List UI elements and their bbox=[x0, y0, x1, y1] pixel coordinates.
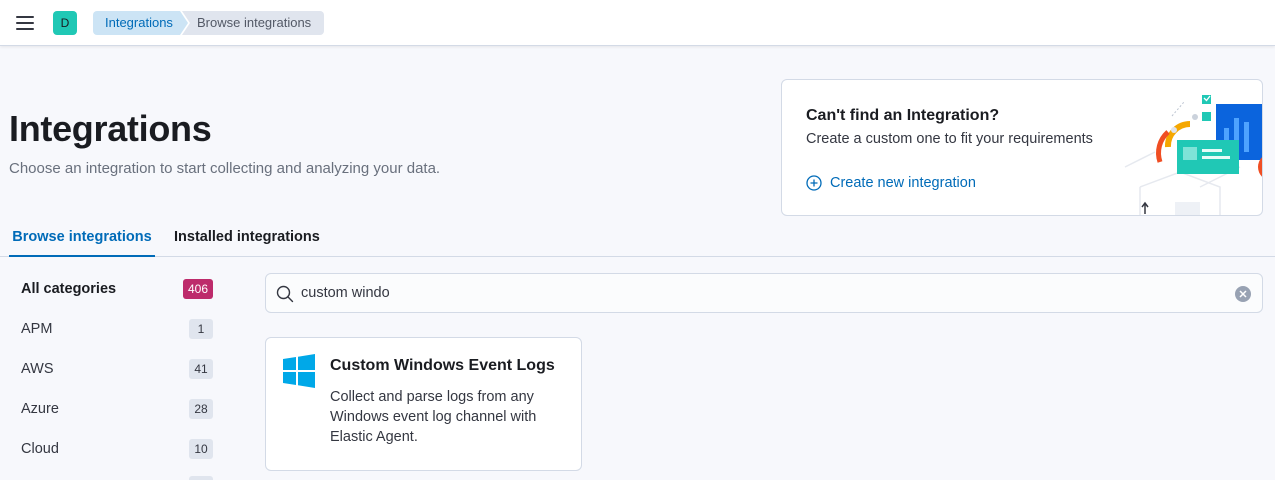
category-aws[interactable]: AWS 41 bbox=[9, 349, 214, 389]
space-avatar[interactable]: D bbox=[53, 11, 77, 35]
clear-search-icon[interactable] bbox=[1235, 286, 1251, 302]
category-count-badge: 41 bbox=[189, 359, 213, 379]
promo-subtitle: Create a custom one to fit your requirem… bbox=[806, 131, 1093, 147]
category-count-badge: 28 bbox=[189, 399, 213, 419]
page-description: Choose an integration to start collectin… bbox=[9, 160, 441, 177]
integration-description: Collect and parse logs from any Windows … bbox=[330, 389, 537, 445]
create-new-integration-label: Create new integration bbox=[830, 175, 976, 191]
category-apm[interactable]: APM 1 bbox=[9, 309, 214, 349]
tab-bar: Browse integrations Installed integratio… bbox=[0, 220, 1275, 257]
create-new-integration-link[interactable]: Create new integration bbox=[806, 175, 976, 191]
category-all[interactable]: All categories 406 bbox=[9, 269, 214, 309]
menu-icon[interactable] bbox=[15, 14, 35, 32]
integration-card-custom-windows-event-logs[interactable]: Custom Windows Event Logs Collect and pa… bbox=[265, 337, 582, 471]
search-field[interactable] bbox=[265, 273, 1263, 313]
windows-logo-icon bbox=[283, 354, 315, 388]
breadcrumb-browse-integrations: Browse integrations bbox=[182, 11, 324, 35]
category-azure[interactable]: Azure 28 bbox=[9, 389, 214, 429]
category-label: Cloud bbox=[21, 441, 59, 457]
category-label: Azure bbox=[21, 401, 59, 417]
breadcrumb: Integrations Browse integrations bbox=[93, 11, 324, 35]
tab-browse-integrations[interactable]: Browse integrations bbox=[9, 220, 155, 257]
custom-integration-illustration bbox=[1124, 95, 1262, 215]
category-label: APM bbox=[21, 321, 53, 337]
search-input[interactable] bbox=[301, 274, 1201, 312]
breadcrumb-integrations[interactable]: Integrations bbox=[93, 11, 188, 35]
category-label: All categories bbox=[21, 281, 117, 297]
category-list: All categories 406 APM 1 AWS 41 Azure 28… bbox=[9, 269, 214, 469]
category-cloud[interactable]: Cloud 10 bbox=[9, 429, 214, 469]
plus-circle-icon bbox=[806, 175, 822, 191]
category-count-badge-partial bbox=[189, 476, 213, 480]
promo-title: Can't find an Integration? bbox=[806, 107, 1000, 124]
tab-installed-integrations[interactable]: Installed integrations bbox=[174, 220, 320, 257]
category-count-badge: 10 bbox=[189, 439, 213, 459]
category-count-badge: 406 bbox=[182, 279, 213, 299]
top-header: D Integrations Browse integrations bbox=[0, 0, 1275, 46]
custom-integration-card: Can't find an Integration? Create a cust… bbox=[781, 79, 1263, 216]
category-count-badge: 1 bbox=[189, 319, 213, 339]
category-label: AWS bbox=[21, 361, 54, 377]
page-title: Integrations bbox=[9, 108, 212, 149]
integration-title: Custom Windows Event Logs bbox=[330, 357, 555, 374]
search-icon bbox=[276, 285, 294, 303]
